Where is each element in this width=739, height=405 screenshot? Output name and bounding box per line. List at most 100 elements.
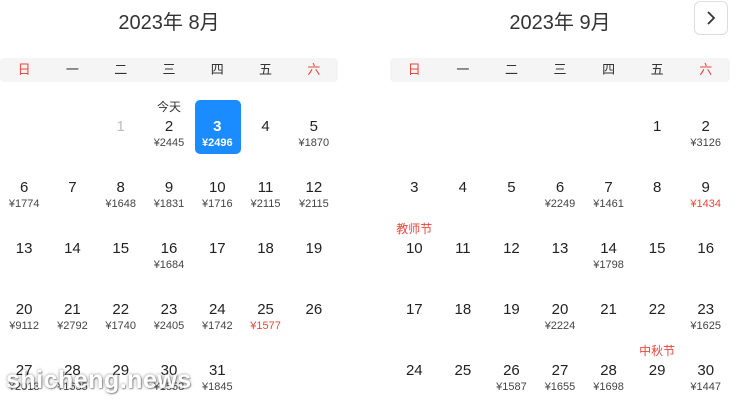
day-number: 30 <box>697 362 715 379</box>
weekday-label: 五 <box>650 62 664 77</box>
calendar-day[interactable]: 14 <box>48 222 96 283</box>
calendar-day[interactable]: 22 <box>633 283 682 344</box>
calendar-day[interactable]: 18 <box>241 222 289 283</box>
calendar-day[interactable]: 13 <box>536 222 585 283</box>
calendar-day[interactable]: 15 <box>633 222 682 283</box>
day-number: 1 <box>652 118 662 135</box>
calendar-day[interactable]: 17 <box>193 222 241 283</box>
day-number: 9 <box>701 179 710 196</box>
calendar-day[interactable]: 24 ¥1742 <box>193 283 241 344</box>
day-number: 9 <box>164 179 174 196</box>
day-number: 11 <box>455 240 471 257</box>
calendar-day-empty <box>487 100 536 161</box>
watermark-text: shicheng.news <box>6 366 192 394</box>
day-number: 25 <box>454 362 472 379</box>
calendar-day-empty <box>439 100 488 161</box>
day-price: ¥1870 <box>298 137 330 149</box>
day-number: 7 <box>68 179 77 196</box>
day-number: 21 <box>600 301 617 318</box>
calendar-day-empty <box>584 100 633 161</box>
day-number: 10 <box>208 179 226 196</box>
day-number: 19 <box>305 240 323 257</box>
calendar-day[interactable]: 1 <box>633 100 682 161</box>
calendar-day[interactable]: 7 <box>48 161 96 222</box>
calendar-day[interactable]: 20 ¥2224 <box>536 283 585 344</box>
calendar-day[interactable]: 24 <box>390 344 439 405</box>
calendar-day[interactable]: 11 <box>439 222 488 283</box>
day-price: ¥1684 <box>153 259 185 271</box>
calendar-day[interactable]: 2 ¥3126 <box>681 100 730 161</box>
calendar-day[interactable]: 7 ¥1461 <box>584 161 633 222</box>
calendar-day[interactable]: 中秋节 29 <box>633 344 682 405</box>
calendar-day[interactable]: 15 <box>97 222 145 283</box>
day-grid: 1 2 ¥3126 3 4 5 6 ¥2249 7 ¥1461 8 9 ¥1434 教师节 10 11 12 13… <box>390 100 730 403</box>
calendar-day[interactable]: 4 <box>439 161 488 222</box>
next-month-button[interactable] <box>694 1 728 35</box>
calendar-day[interactable]: 6 ¥1774 <box>0 161 48 222</box>
calendar-day[interactable]: 6 ¥2249 <box>536 161 585 222</box>
calendar-day[interactable]: 26 <box>290 283 338 344</box>
calendar-day[interactable]: 18 <box>439 283 488 344</box>
calendar-day[interactable]: 21 ¥2792 <box>48 283 96 344</box>
calendar-day[interactable]: 26 ¥1587 <box>487 344 536 405</box>
calendar-day[interactable]: 5 <box>487 161 536 222</box>
calendar-day: 1 <box>97 100 145 161</box>
calendar-day[interactable]: 30 ¥1447 <box>681 344 730 405</box>
day-price: ¥2224 <box>544 320 576 332</box>
day-price: ¥2445 <box>153 137 185 149</box>
calendar-day[interactable]: 13 <box>0 222 48 283</box>
calendar-day-empty <box>0 100 48 161</box>
day-price: ¥1831 <box>153 198 185 210</box>
calendar-day[interactable]: 5 ¥1870 <box>290 100 338 161</box>
calendar-day[interactable]: 16 ¥1684 <box>145 222 193 283</box>
calendar-day[interactable]: 21 <box>584 283 633 344</box>
calendar-day[interactable]: 27 ¥1655 <box>536 344 585 405</box>
day-number: 26 <box>503 362 520 379</box>
day-price: ¥1587 <box>496 381 527 393</box>
calendar-day[interactable]: 9 ¥1831 <box>145 161 193 222</box>
calendar-day[interactable]: 17 <box>390 283 439 344</box>
day-price: ¥1845 <box>201 381 233 393</box>
weekday-label: 四 <box>210 62 224 77</box>
day-tag: 教师节 <box>396 222 433 236</box>
calendar-day[interactable]: 4 <box>241 100 289 161</box>
calendar-day[interactable]: 19 <box>487 283 536 344</box>
day-number: 14 <box>64 240 81 257</box>
calendar-day[interactable]: 23 ¥2405 <box>145 283 193 344</box>
weekday-label: 四 <box>602 62 616 77</box>
calendar-day[interactable]: 22 ¥1740 <box>97 283 145 344</box>
day-number: 25 <box>257 301 274 318</box>
day-price: ¥1698 <box>593 381 624 393</box>
day-number: 6 <box>19 179 29 196</box>
day-number: 19 <box>503 301 520 318</box>
calendar-day[interactable]: 25 ¥1577 <box>241 283 289 344</box>
calendar-day[interactable]: 20 ¥9112 <box>0 283 48 344</box>
day-number: 4 <box>458 179 468 196</box>
calendar-day[interactable]: 12 <box>487 222 536 283</box>
calendar-day[interactable]: 8 ¥1648 <box>97 161 145 222</box>
calendar-day[interactable]: 3 <box>390 161 439 222</box>
calendar-day[interactable]: 教师节 10 <box>390 222 439 283</box>
day-number: 23 <box>160 301 178 318</box>
calendar-day[interactable]: 10 ¥1716 <box>193 161 241 222</box>
calendar-day[interactable]: 25 <box>439 344 488 405</box>
day-price: ¥1740 <box>105 320 136 332</box>
day-tag: 今天 <box>156 100 181 114</box>
calendar-day[interactable]: 12 ¥2115 <box>290 161 338 222</box>
calendar-day[interactable]: 8 <box>633 161 682 222</box>
calendar-day[interactable]: 今天 2 ¥2445 <box>145 100 193 161</box>
calendar-day-selected[interactable]: 3 ¥2496 <box>193 100 242 161</box>
day-price: ¥2496 <box>201 137 233 149</box>
day-price: ¥1461 <box>593 198 624 210</box>
calendar-day[interactable]: 19 <box>290 222 338 283</box>
day-number: 28 <box>600 362 617 379</box>
calendar-day[interactable]: 28 ¥1698 <box>584 344 633 405</box>
day-grid: 1 今天 2 ¥2445 3 ¥2496 4 5 ¥1870 6 ¥1774 7 8 ¥1648 9 ¥183… <box>0 100 338 403</box>
calendar-day[interactable]: 31 ¥1845 <box>193 344 241 405</box>
weekday-label: 一 <box>456 62 470 77</box>
calendar-day[interactable]: 16 <box>681 222 730 283</box>
calendar-day[interactable]: 23 ¥1625 <box>681 283 730 344</box>
calendar-day[interactable]: 11 ¥2115 <box>241 161 289 222</box>
calendar-day[interactable]: 14 ¥1798 <box>584 222 633 283</box>
calendar-day[interactable]: 9 ¥1434 <box>681 161 730 222</box>
